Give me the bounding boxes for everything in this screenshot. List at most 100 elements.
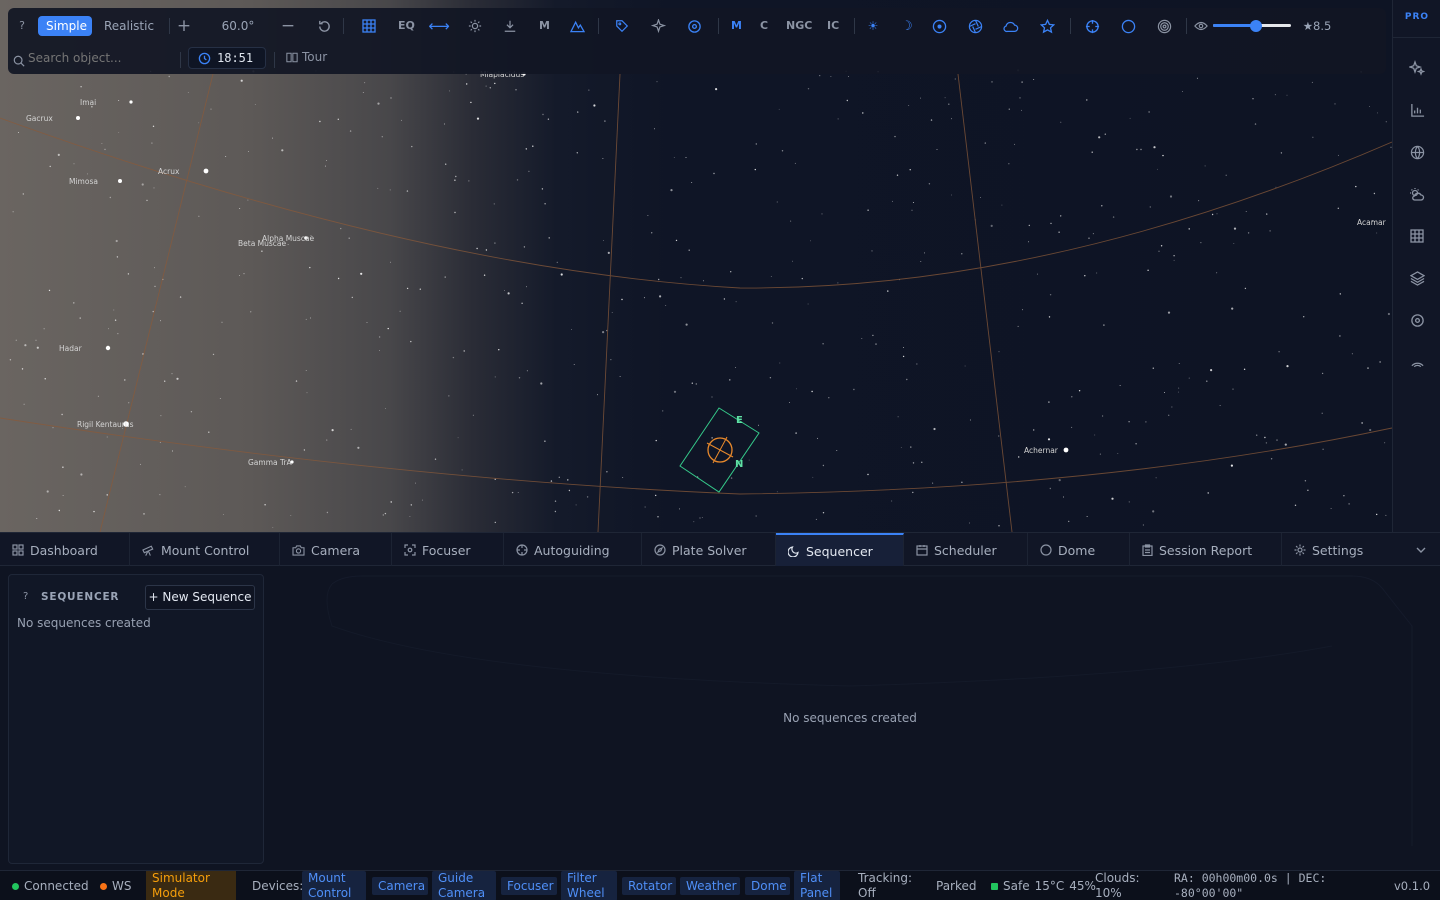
- background-star: [1128, 501, 1130, 503]
- search-input[interactable]: [28, 48, 178, 68]
- target-rings-icon[interactable]: [1154, 16, 1174, 36]
- background-star: [1060, 215, 1062, 217]
- background-star: [455, 175, 457, 178]
- collapse-panel-button[interactable]: [1408, 533, 1434, 567]
- zoom-out-icon[interactable]: −: [278, 16, 298, 36]
- background-star: [1092, 233, 1094, 235]
- weather-icon[interactable]: [1407, 184, 1427, 204]
- simulator-mode-badge[interactable]: Simulator Mode: [146, 871, 236, 900]
- layers-icon[interactable]: [1407, 268, 1427, 288]
- milky-way-toggle[interactable]: M: [539, 16, 550, 36]
- ngc-catalog-toggle[interactable]: NGC: [786, 16, 812, 36]
- table-grid-icon[interactable]: [1407, 226, 1427, 246]
- background-star: [1167, 311, 1171, 314]
- background-star: [861, 338, 863, 340]
- tab-dashboard[interactable]: Dashboard: [0, 533, 130, 567]
- messier-catalog-toggle[interactable]: M: [731, 16, 742, 36]
- orbit-icon[interactable]: [684, 16, 704, 36]
- device-flat-panel[interactable]: Flat Panel: [794, 871, 840, 900]
- tab-settings[interactable]: Settings: [1282, 533, 1402, 567]
- background-star: [1153, 146, 1156, 149]
- background-star: [331, 429, 334, 432]
- background-star: [498, 349, 500, 351]
- favorite-star-icon[interactable]: [1037, 16, 1057, 36]
- background-star: [1017, 325, 1019, 327]
- cloud-icon[interactable]: [1001, 16, 1021, 36]
- background-star: [1152, 510, 1155, 513]
- device-filter-wheel[interactable]: Filter Wheel: [561, 871, 617, 900]
- mountain-icon[interactable]: [567, 16, 587, 36]
- device-camera[interactable]: Camera: [372, 877, 428, 895]
- background-star: [678, 508, 680, 510]
- simple-mode-button[interactable]: Simple: [38, 16, 92, 36]
- background-star: [1286, 94, 1288, 96]
- empty-editor-message: No sequences created: [783, 711, 917, 725]
- background-star: [349, 130, 352, 132]
- orbit-icon[interactable]: [1407, 310, 1427, 330]
- tag-icon[interactable]: [612, 16, 632, 36]
- horizon-icon[interactable]: [500, 16, 520, 36]
- circle-outline-icon[interactable]: [1118, 16, 1138, 36]
- sparkles-icon[interactable]: [1407, 58, 1427, 78]
- background-star: [588, 89, 590, 91]
- brightness-icon[interactable]: [465, 16, 485, 36]
- background-star: [247, 151, 249, 152]
- sequencer-help-button[interactable]: ?: [23, 591, 28, 602]
- tab-session-report[interactable]: Session Report: [1130, 533, 1282, 567]
- magnitude-slider[interactable]: [1213, 20, 1291, 32]
- tab-dome[interactable]: Dome: [1028, 533, 1130, 567]
- reset-view-icon[interactable]: [314, 16, 334, 36]
- background-star: [1278, 351, 1280, 353]
- eq-grid-toggle[interactable]: EQ: [398, 16, 415, 36]
- new-sequence-button[interactable]: + New Sequence: [145, 585, 255, 610]
- aperture-icon[interactable]: [965, 16, 985, 36]
- background-star: [44, 378, 46, 380]
- tab-autoguiding[interactable]: Autoguiding: [504, 533, 642, 567]
- zoom-in-icon[interactable]: +: [174, 16, 194, 36]
- device-mount-control[interactable]: Mount Control: [302, 871, 366, 900]
- meridian-icon[interactable]: ⟷: [428, 16, 450, 36]
- ic-catalog-toggle[interactable]: IC: [827, 16, 839, 36]
- realistic-mode-button[interactable]: Realistic: [96, 16, 162, 36]
- time-display-button[interactable]: 18:51: [188, 47, 266, 69]
- background-star: [254, 104, 256, 105]
- tab-camera[interactable]: Camera: [280, 533, 392, 567]
- device-focuser[interactable]: Focuser: [501, 877, 557, 895]
- background-star: [665, 305, 667, 307]
- grid-icon[interactable]: [359, 16, 379, 36]
- background-star: [1128, 421, 1130, 423]
- sky-view[interactable]: Imai Gacrux Acrux Mimosa Alpha Muscae Be…: [0, 0, 1392, 532]
- tour-button[interactable]: Tour: [286, 50, 327, 64]
- magnitude-slider-thumb[interactable]: [1249, 20, 1262, 32]
- tab-scheduler[interactable]: Scheduler: [904, 533, 1028, 567]
- constellation-icon[interactable]: [648, 16, 668, 36]
- tab-focuser[interactable]: Focuser: [392, 533, 504, 567]
- background-star: [219, 398, 221, 400]
- tab-sequencer[interactable]: Sequencer: [776, 533, 904, 567]
- moon-icon[interactable]: ☽: [897, 16, 917, 36]
- sky-canvas[interactable]: Imai Gacrux Acrux Mimosa Alpha Muscae Be…: [0, 0, 1392, 532]
- broadcast-icon[interactable]: [1407, 352, 1427, 372]
- background-star: [991, 81, 993, 83]
- background-star: [366, 322, 368, 323]
- ra-dec-line1: RA: 00h00m00.0s | DEC:: [1174, 871, 1327, 885]
- help-button[interactable]: ?: [16, 16, 28, 36]
- device-dome[interactable]: Dome: [745, 877, 790, 895]
- background-star: [184, 486, 186, 488]
- sun-icon[interactable]: ☀: [863, 16, 883, 36]
- pro-badge[interactable]: PRO: [1393, 12, 1440, 22]
- version-label: v0.1.0: [1394, 879, 1431, 893]
- device-weather[interactable]: Weather: [680, 877, 740, 895]
- background-star: [457, 437, 459, 439]
- device-guide-camera[interactable]: Guide Camera: [432, 871, 496, 900]
- tab-mount-control[interactable]: Mount Control: [130, 533, 280, 567]
- device-rotator[interactable]: Rotator: [622, 877, 676, 895]
- background-star: [920, 261, 922, 262]
- planet-target-icon[interactable]: [929, 16, 949, 36]
- globe-icon[interactable]: [1407, 142, 1427, 162]
- caldwell-catalog-toggle[interactable]: C: [760, 16, 768, 36]
- tab-plate-solver[interactable]: Plate Solver: [642, 533, 776, 567]
- fov-indicator[interactable]: E N: [679, 407, 760, 493]
- crosshair-icon[interactable]: [1082, 16, 1102, 36]
- chart-icon[interactable]: [1407, 100, 1427, 120]
